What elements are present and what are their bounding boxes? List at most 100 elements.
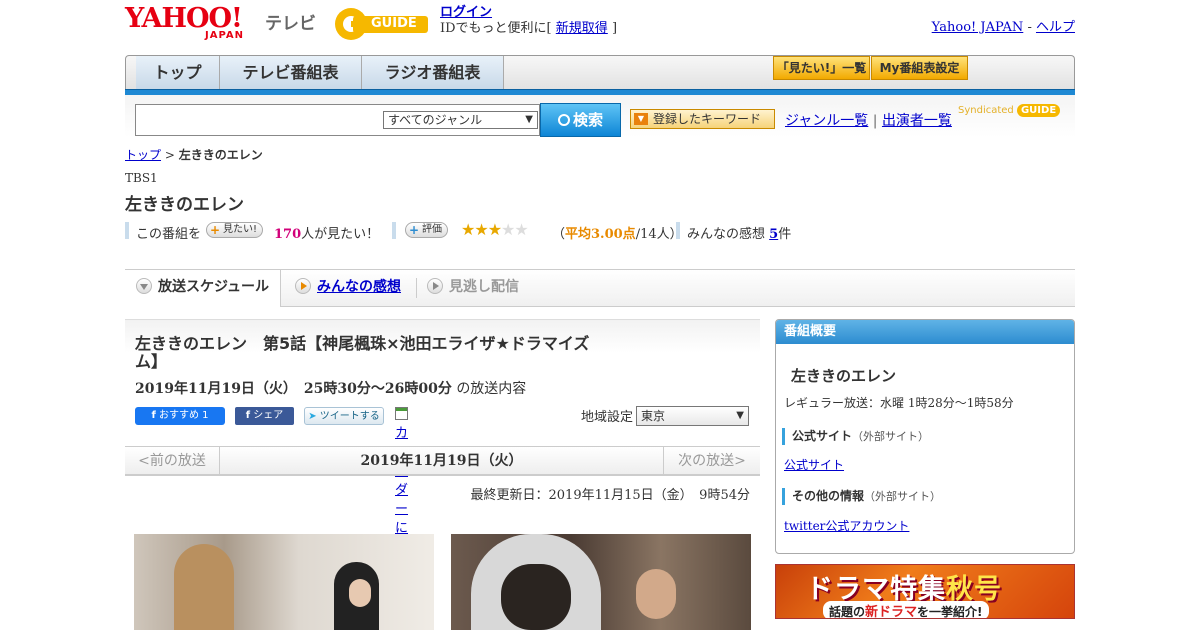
program-info-row: この番組を + 見たい! 170人が見たい！ + 評価 ★★★★★ （平均3.0…: [125, 220, 1075, 242]
impressions-count-link[interactable]: 5: [769, 227, 778, 242]
facebook-icon: f: [151, 410, 156, 421]
episode-block: 左ききのエレン 第5話【神尾楓珠×池田エライザ★ドラマイズム】 2019年11月…: [125, 319, 760, 574]
help-link[interactable]: ヘルプ: [1036, 20, 1075, 35]
want-button[interactable]: + 見たい!: [206, 222, 264, 238]
genre-select[interactable]: すべてのジャンル ▼: [383, 111, 538, 129]
search-button[interactable]: 検索: [540, 103, 621, 137]
tab-missed-streaming-label: 見逃し配信: [449, 279, 519, 295]
id-suffix: ]: [611, 21, 618, 36]
yahoo-japan-link[interactable]: Yahoo! JAPAN: [932, 20, 1024, 35]
this-program-label: この番組を: [136, 227, 202, 242]
breadcrumb-current: 左ききのエレン: [178, 148, 263, 162]
my-schedule-button[interactable]: My番組表設定: [871, 56, 968, 80]
want-suffix: 人が見たい！: [301, 227, 380, 242]
official-site-heading: 公式サイト（外部サイト）: [782, 428, 929, 445]
search-icon: [557, 114, 570, 126]
episode-photo-1: [134, 534, 434, 630]
facebook-share-button[interactable]: f シェア: [235, 407, 294, 425]
rating-stars: ★★★★★: [461, 220, 529, 239]
signup-link[interactable]: 新規取得: [556, 21, 608, 36]
gguide-logo[interactable]: GUIDE: [333, 6, 433, 42]
photo-face: [349, 579, 371, 607]
facebook-share-label: シェア: [253, 410, 284, 421]
impressions-suffix: 件: [778, 227, 792, 242]
header-links: Yahoo! JAPAN - ヘルプ: [932, 16, 1075, 35]
twitter-official-link[interactable]: twitter公式アカウント: [784, 517, 909, 534]
performer-list-link[interactable]: 出演者一覧: [882, 113, 952, 129]
drama-special-banner[interactable]: ドラマ特集秋号 話題の新ドラマを一挙紹介!: [775, 564, 1075, 619]
divider-bar: [676, 222, 680, 239]
other-info-heading: その他の情報（外部サイト）: [782, 488, 941, 505]
chevron-down-icon: ▼: [736, 410, 744, 421]
genre-list-link[interactable]: ジャンル一覧: [785, 113, 868, 129]
breadcrumb-separator: >: [164, 148, 175, 162]
search-button-label: 検索: [572, 111, 603, 129]
keyword-button[interactable]: ▼ 登録したキーワード: [630, 109, 775, 129]
login-box: ログイン IDでもっと便利に[ 新規取得 ]: [440, 5, 617, 37]
tab-top-label: トップ: [153, 63, 202, 82]
region-label: 地域設定: [581, 410, 634, 425]
photo-face: [636, 569, 676, 619]
other-info-heading-label: その他の情報: [792, 489, 865, 503]
banner-subline-a: 話題の: [829, 605, 866, 619]
yahoo-japan-logo[interactable]: YAHOO! JAPAN: [125, 5, 243, 42]
want-button-label: 見たい!: [223, 224, 258, 235]
rate-button[interactable]: + 評価: [405, 222, 448, 238]
star-empty-icon: ★: [501, 220, 515, 239]
search-area: すべてのジャンル ▼ 検索 ▼ 登録したキーワード ジャンル一覧 | 出演者一覧…: [125, 95, 1075, 137]
tab-missed-streaming[interactable]: 見逃し配信: [427, 270, 519, 306]
impressions-text: みんなの感想 5件: [687, 223, 791, 242]
rating-open-paren: （: [552, 227, 566, 242]
star-filled-icon: ★: [487, 220, 502, 239]
pager-current-date: 2019年11月19日（火）: [360, 453, 523, 469]
page-title: 左ききのエレン: [125, 195, 244, 215]
broadcast-pager: <前の放送 2019年11月19日（火） 次の放送>: [125, 446, 760, 476]
external-site-note: （外部サイト）: [852, 430, 930, 443]
official-site-link[interactable]: 公式サイト: [784, 456, 844, 473]
tv-logo-label: テレビ: [265, 14, 316, 34]
tab-tv-schedule[interactable]: テレビ番組表: [220, 56, 362, 90]
rating-text: （平均3.00点/14人）: [552, 223, 683, 242]
tab-radio-schedule[interactable]: ラジオ番組表: [362, 56, 504, 90]
episode-title: 左ききのエレン 第5話【神尾楓珠×池田エライザ★ドラマイズム】: [135, 334, 590, 371]
content-tabs: 放送スケジュール みんなの感想 見逃し配信: [125, 269, 1075, 307]
syndicated-label: Syndicated: [958, 105, 1014, 116]
prev-broadcast-button[interactable]: <前の放送: [125, 447, 220, 475]
tab-impressions[interactable]: みんなの感想: [295, 270, 401, 306]
facebook-icon: f: [245, 410, 251, 421]
photo-hood-shadow: [501, 564, 571, 630]
tab-schedule-label: 放送スケジュール: [158, 279, 270, 295]
genre-select-value: すべてのジャンル: [388, 113, 483, 127]
episode-photo-2: [451, 534, 751, 630]
episode-header: 左ききのエレン 第5話【神尾楓珠×池田エライザ★ドラマイズム】 2019年11月…: [125, 319, 760, 574]
panel-header: 番組概要: [776, 320, 1074, 344]
banner-subline-c: を一挙紹介!: [917, 605, 983, 619]
plus-icon: +: [409, 223, 420, 237]
want-count-text: 170人が見たい！: [274, 223, 379, 242]
arrow-right-icon: [295, 278, 311, 294]
tweet-button[interactable]: ➤ ツイートする: [304, 407, 384, 425]
tab-radio-schedule-label: ラジオ番組表: [384, 63, 481, 82]
tab-top[interactable]: トップ: [136, 56, 220, 90]
chevron-down-icon: ▼: [525, 114, 533, 125]
tab-divider: [416, 278, 417, 298]
want-list-button[interactable]: 「見たい!」一覧: [773, 56, 870, 80]
region-select[interactable]: 東京 ▼: [636, 406, 749, 426]
header-separator: -: [1027, 20, 1032, 35]
divider-bar: [392, 222, 396, 239]
channel-name: TBS1: [125, 171, 158, 185]
facebook-recommend-button[interactable]: f おすすめ 1: [135, 407, 225, 425]
external-site-note: （外部サイト）: [864, 490, 942, 503]
episode-date-suffix: の放送内容: [456, 381, 527, 397]
banner-subline-b: 新ドラマ: [865, 605, 918, 619]
rating-average: 平均3.00点: [565, 227, 636, 242]
tab-schedule[interactable]: 放送スケジュール: [125, 270, 281, 307]
region-select-value: 東京: [641, 409, 666, 423]
breadcrumb-top-link[interactable]: トップ: [125, 148, 161, 162]
divider-bar: [125, 222, 129, 239]
gguide-logo-text: GUIDE: [371, 16, 417, 31]
next-broadcast-button[interactable]: 次の放送>: [663, 447, 760, 475]
syndicated-gguide-logo: Syndicated GUIDE: [958, 104, 1061, 117]
login-link[interactable]: ログイン: [440, 5, 492, 20]
star-filled-icon: ★: [474, 220, 488, 239]
